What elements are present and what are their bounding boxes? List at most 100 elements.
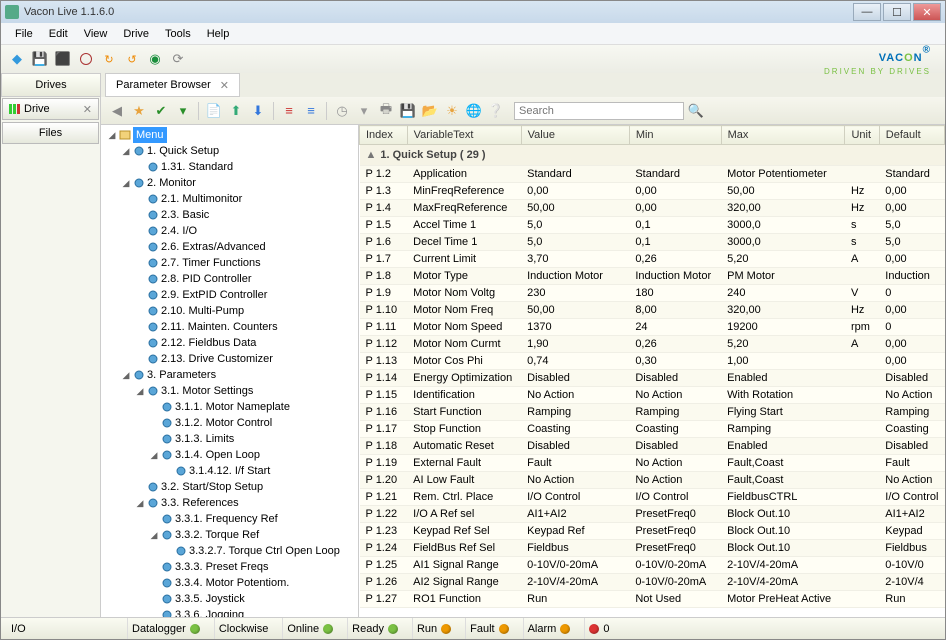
tree-node[interactable]: 3.2. Start/Stop Setup (133, 479, 356, 495)
open-icon[interactable]: 📂 (420, 101, 440, 121)
table-row[interactable]: P 1.15IdentificationNo ActionNo ActionWi… (360, 387, 945, 404)
tree-node[interactable]: 3.1.4.12. I/f Start (161, 463, 356, 479)
cell[interactable]: Ramping (521, 404, 629, 421)
tree-node[interactable]: ◢1. Quick Setup (119, 143, 356, 159)
col-header[interactable]: Default (879, 126, 944, 145)
dir-cw-icon[interactable]: ↻ (99, 49, 119, 69)
cell[interactable]: Disabled (521, 370, 629, 387)
tree-node[interactable]: 3.1.2. Motor Control (147, 415, 356, 431)
table-row[interactable]: P 1.12Motor Nom Curmt1,900,265,20A0,00 (360, 336, 945, 353)
tree-node[interactable]: 2.1. Multimonitor (133, 191, 356, 207)
refresh-icon[interactable]: ⟳ (168, 49, 188, 69)
cell[interactable]: 230 (521, 285, 629, 302)
stop-icon[interactable]: ⬛ (53, 49, 73, 69)
menu-view[interactable]: View (76, 26, 116, 42)
table-row[interactable]: P 1.20AI Low FaultNo ActionNo ActionFaul… (360, 472, 945, 489)
cell[interactable]: 1370 (521, 319, 629, 336)
table-row[interactable]: P 1.26AI2 Signal Range2-10V/4-20mA0-10V/… (360, 574, 945, 591)
close-drive-icon[interactable]: ✕ (83, 103, 92, 116)
tree-node[interactable]: 3.1.1. Motor Nameplate (147, 399, 356, 415)
table-row[interactable]: P 1.9Motor Nom Voltg230180240V0 (360, 285, 945, 302)
tree-node[interactable]: 2.12. Fieldbus Data (133, 335, 356, 351)
nav-tree[interactable]: ◢Menu◢1. Quick Setup1.31. Standard◢2. Mo… (101, 125, 359, 617)
table-row[interactable]: P 1.18Automatic ResetDisabledDisabledEna… (360, 438, 945, 455)
col-header[interactable]: Unit (845, 126, 879, 145)
tree-root-node[interactable]: ◢Menu (105, 127, 356, 143)
cell[interactable]: Run (521, 591, 629, 608)
expand-icon[interactable]: ◢ (121, 367, 131, 383)
globe-icon[interactable]: 🌐 (464, 101, 484, 121)
drive-item[interactable]: Drive ✕ (2, 98, 99, 120)
cell[interactable]: Keypad Ref (521, 523, 629, 540)
cell[interactable]: 0,74 (521, 353, 629, 370)
cell[interactable]: Standard (521, 166, 629, 183)
cell[interactable]: Fieldbus (521, 540, 629, 557)
tree-node[interactable]: 3.3.6. Jogging (147, 607, 356, 617)
diamond-icon[interactable]: ◆ (7, 49, 27, 69)
tree-node[interactable]: 2.4. I/O (133, 223, 356, 239)
cell[interactable]: 0,00 (521, 183, 629, 200)
table-row[interactable]: P 1.6Decel Time 15,00,13000,0s5,0 (360, 234, 945, 251)
print-icon[interactable]: 🖶 (376, 101, 396, 121)
expand-icon[interactable]: ◢ (149, 447, 159, 463)
tree-node[interactable]: 2.8. PID Controller (133, 271, 356, 287)
star-icon[interactable]: ★ (129, 101, 149, 121)
dir-ccw-icon[interactable]: ↺ (122, 49, 142, 69)
menu-help[interactable]: Help (199, 26, 238, 42)
tree-node[interactable]: 3.1.3. Limits (147, 431, 356, 447)
table-row[interactable]: P 1.16Start FunctionRampingRampingFlying… (360, 404, 945, 421)
expand-icon[interactable]: ◢ (149, 527, 159, 543)
table-row[interactable]: P 1.23Keypad Ref SelKeypad RefPresetFreq… (360, 523, 945, 540)
cell[interactable]: 3,70 (521, 251, 629, 268)
maximize-button[interactable]: ☐ (883, 3, 911, 21)
menu-edit[interactable]: Edit (41, 26, 76, 42)
minimize-button[interactable]: — (853, 3, 881, 21)
table-row[interactable]: P 1.21Rem. Ctrl. PlaceI/O ControlI/O Con… (360, 489, 945, 506)
drives-tab[interactable]: Drives (1, 73, 101, 97)
table-row[interactable]: P 1.3MinFreqReference0,000,0050,00Hz0,00 (360, 183, 945, 200)
tree-node[interactable]: ◢2. Monitor (119, 175, 356, 191)
search-input[interactable] (514, 102, 684, 120)
tree-node[interactable]: ◢3.3.2. Torque Ref (147, 527, 356, 543)
download-icon[interactable]: ⬇ (248, 101, 268, 121)
cell[interactable]: 5,0 (521, 234, 629, 251)
list-blue-icon[interactable]: ≡ (301, 101, 321, 121)
table-row[interactable]: P 1.27RO1 FunctionRunNot UsedMotor PreHe… (360, 591, 945, 608)
parameter-browser-tab[interactable]: Parameter Browser ✕ (105, 73, 240, 97)
tree-node[interactable]: 3.3.5. Joystick (147, 591, 356, 607)
tree-node[interactable]: 3.3.2.7. Torque Ctrl Open Loop (161, 543, 356, 559)
page-arrow-icon[interactable]: 📄 (204, 101, 224, 121)
table-row[interactable]: P 1.19External FaultFaultNo ActionFault,… (360, 455, 945, 472)
cell[interactable]: Fault (521, 455, 629, 472)
cell[interactable]: 0-10V/0-20mA (521, 557, 629, 574)
expand-icon[interactable]: ◢ (135, 383, 145, 399)
tab-close-icon[interactable]: ✕ (220, 79, 229, 92)
table-row[interactable]: P 1.5Accel Time 15,00,13000,0s5,0 (360, 217, 945, 234)
col-header[interactable]: VariableText (407, 126, 521, 145)
table-row[interactable]: P 1.4MaxFreqReference50,000,00320,00Hz0,… (360, 200, 945, 217)
cell[interactable]: I/O Control (521, 489, 629, 506)
tree-node[interactable]: 2.13. Drive Customizer (133, 351, 356, 367)
table-row[interactable]: P 1.17Stop FunctionCoastingCoastingRampi… (360, 421, 945, 438)
tree-node[interactable]: 2.3. Basic (133, 207, 356, 223)
bullet-icon[interactable]: ◉ (145, 49, 165, 69)
col-header[interactable]: Max (721, 126, 845, 145)
table-row[interactable]: P 1.11Motor Nom Speed13702419200rpm0 (360, 319, 945, 336)
table-row[interactable]: P 1.2ApplicationStandardStandardMotor Po… (360, 166, 945, 183)
table-row[interactable]: P 1.13Motor Cos Phi0,740,301,000,00 (360, 353, 945, 370)
cell[interactable]: AI1+AI2 (521, 506, 629, 523)
clock-icon[interactable]: ◷ (332, 101, 352, 121)
tree-node[interactable]: ◢3. Parameters (119, 367, 356, 383)
col-header[interactable]: Value (521, 126, 629, 145)
tree-node[interactable]: 2.11. Mainten. Counters (133, 319, 356, 335)
col-header[interactable]: Index (360, 126, 408, 145)
tree-node[interactable]: 2.7. Timer Functions (133, 255, 356, 271)
close-button[interactable]: ✕ (913, 3, 941, 21)
search-icon[interactable]: 🔍 (686, 101, 706, 121)
cell[interactable]: 50,00 (521, 200, 629, 217)
table-row[interactable]: P 1.22I/O A Ref selAI1+AI2PresetFreq0Blo… (360, 506, 945, 523)
col-header[interactable]: Min (629, 126, 721, 145)
group-header[interactable]: ▲1. Quick Setup ( 29 ) (360, 145, 945, 166)
tree-node[interactable]: 3.3.4. Motor Potentiom. (147, 575, 356, 591)
save2-icon[interactable]: 💾 (398, 101, 418, 121)
